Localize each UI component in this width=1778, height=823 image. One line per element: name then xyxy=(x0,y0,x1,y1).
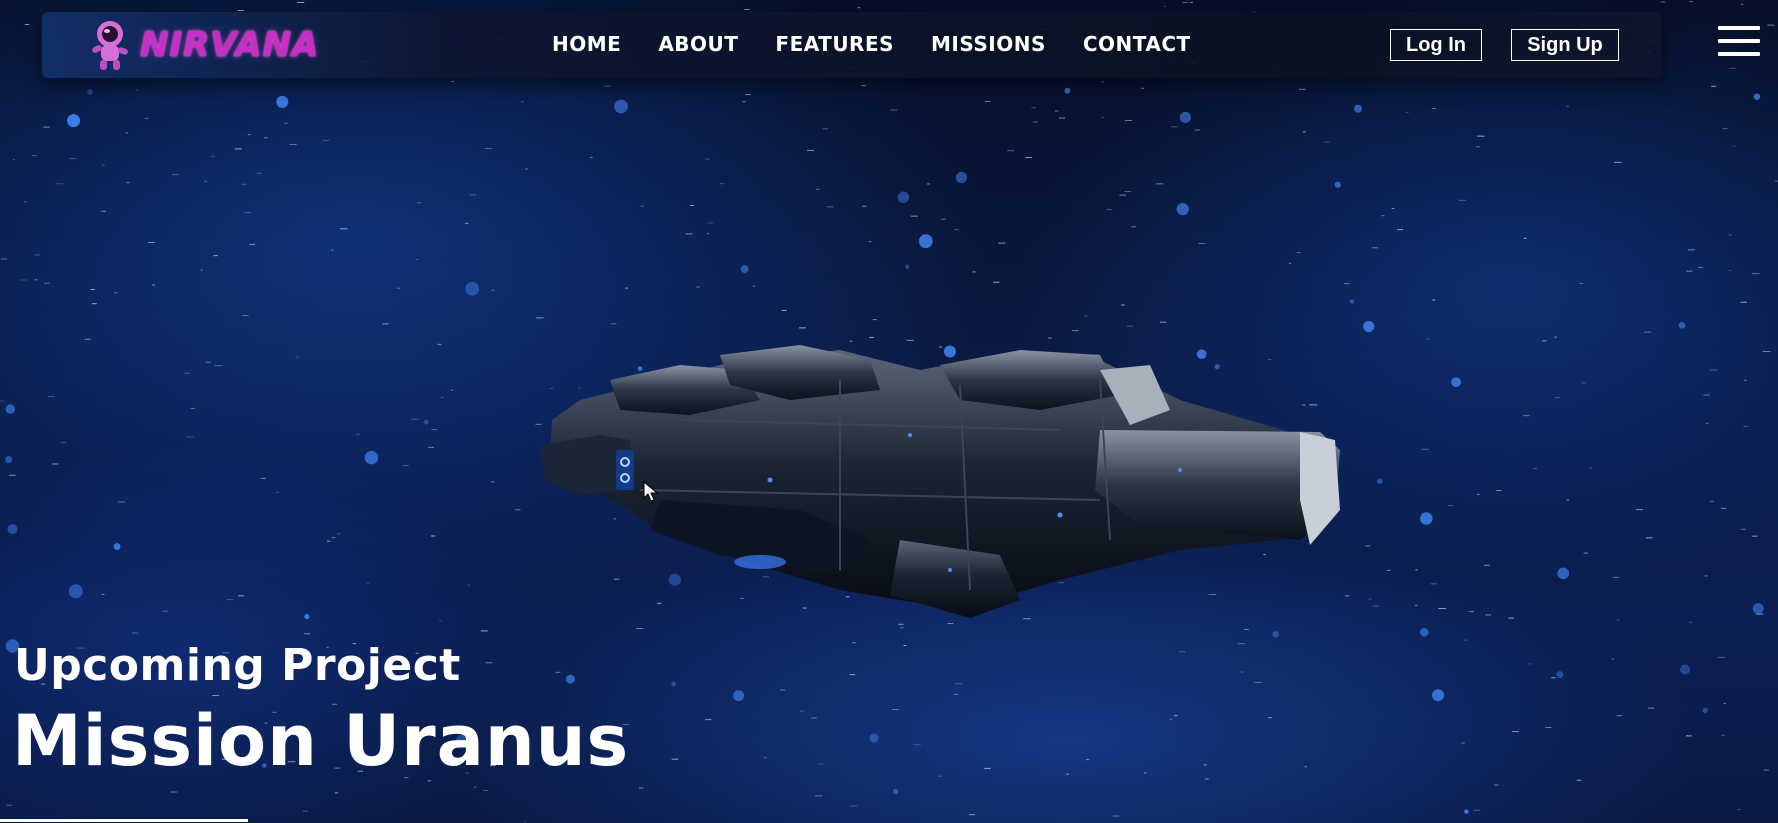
nav-links: HOME ABOUT FEATURES MISSIONS CONTACT xyxy=(552,32,1228,56)
hero-subtitle: Upcoming Project xyxy=(14,640,461,691)
nav-missions[interactable]: MISSIONS xyxy=(931,32,1046,56)
hero-title: Mission Uranus xyxy=(12,700,630,782)
login-button[interactable]: Log In xyxy=(1390,29,1482,61)
slide-progress-fill xyxy=(0,819,248,822)
spaceship-image xyxy=(540,345,1340,618)
signup-button[interactable]: Sign Up xyxy=(1511,29,1619,61)
brand-name: NIRVANA xyxy=(140,25,320,65)
astronaut-icon xyxy=(92,21,128,70)
hamburger-menu-icon[interactable] xyxy=(1718,24,1760,60)
nav-features[interactable]: FEATURES xyxy=(775,32,894,56)
brand-logo[interactable]: NIRVANA xyxy=(86,20,319,70)
nav-contact[interactable]: CONTACT xyxy=(1083,32,1191,56)
mouse-cursor-icon xyxy=(643,481,659,502)
hero-stage: NIRVANA HOME ABOUT FEATURES MISSIONS CON… xyxy=(0,0,1778,823)
nav-home[interactable]: HOME xyxy=(552,32,621,56)
nav-about[interactable]: ABOUT xyxy=(658,32,738,56)
slide-progress-bar xyxy=(0,819,248,822)
navbar: NIRVANA HOME ABOUT FEATURES MISSIONS CON… xyxy=(42,12,1662,78)
